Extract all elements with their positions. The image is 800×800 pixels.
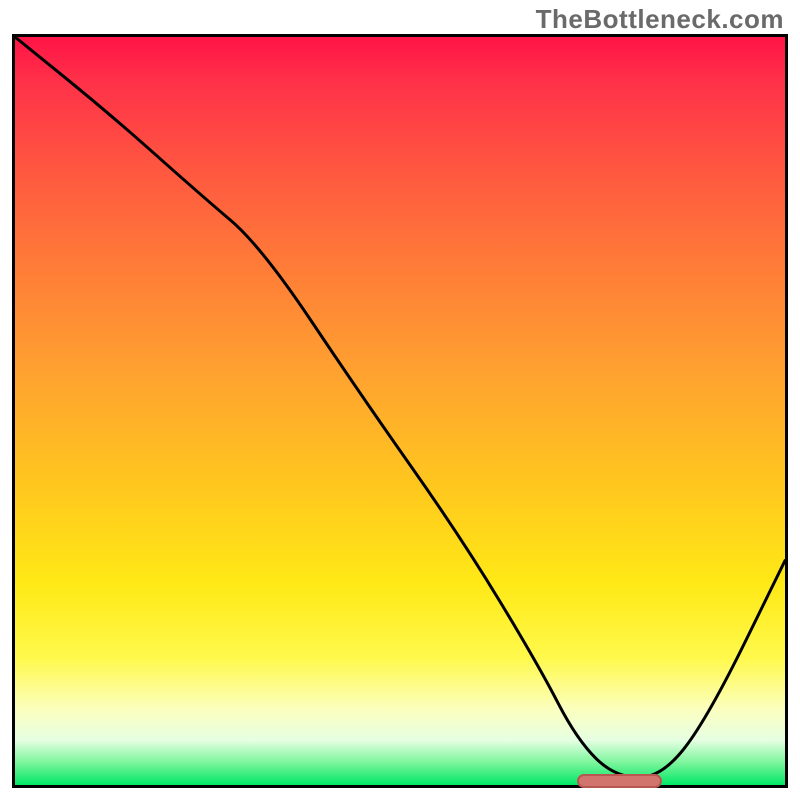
plot-area xyxy=(12,34,788,788)
bottleneck-curve xyxy=(15,37,785,785)
watermark-label: TheBottleneck.com xyxy=(536,4,784,35)
curve-path xyxy=(15,37,785,778)
chart-frame: TheBottleneck.com xyxy=(0,0,800,800)
optimal-range-marker xyxy=(577,774,662,788)
